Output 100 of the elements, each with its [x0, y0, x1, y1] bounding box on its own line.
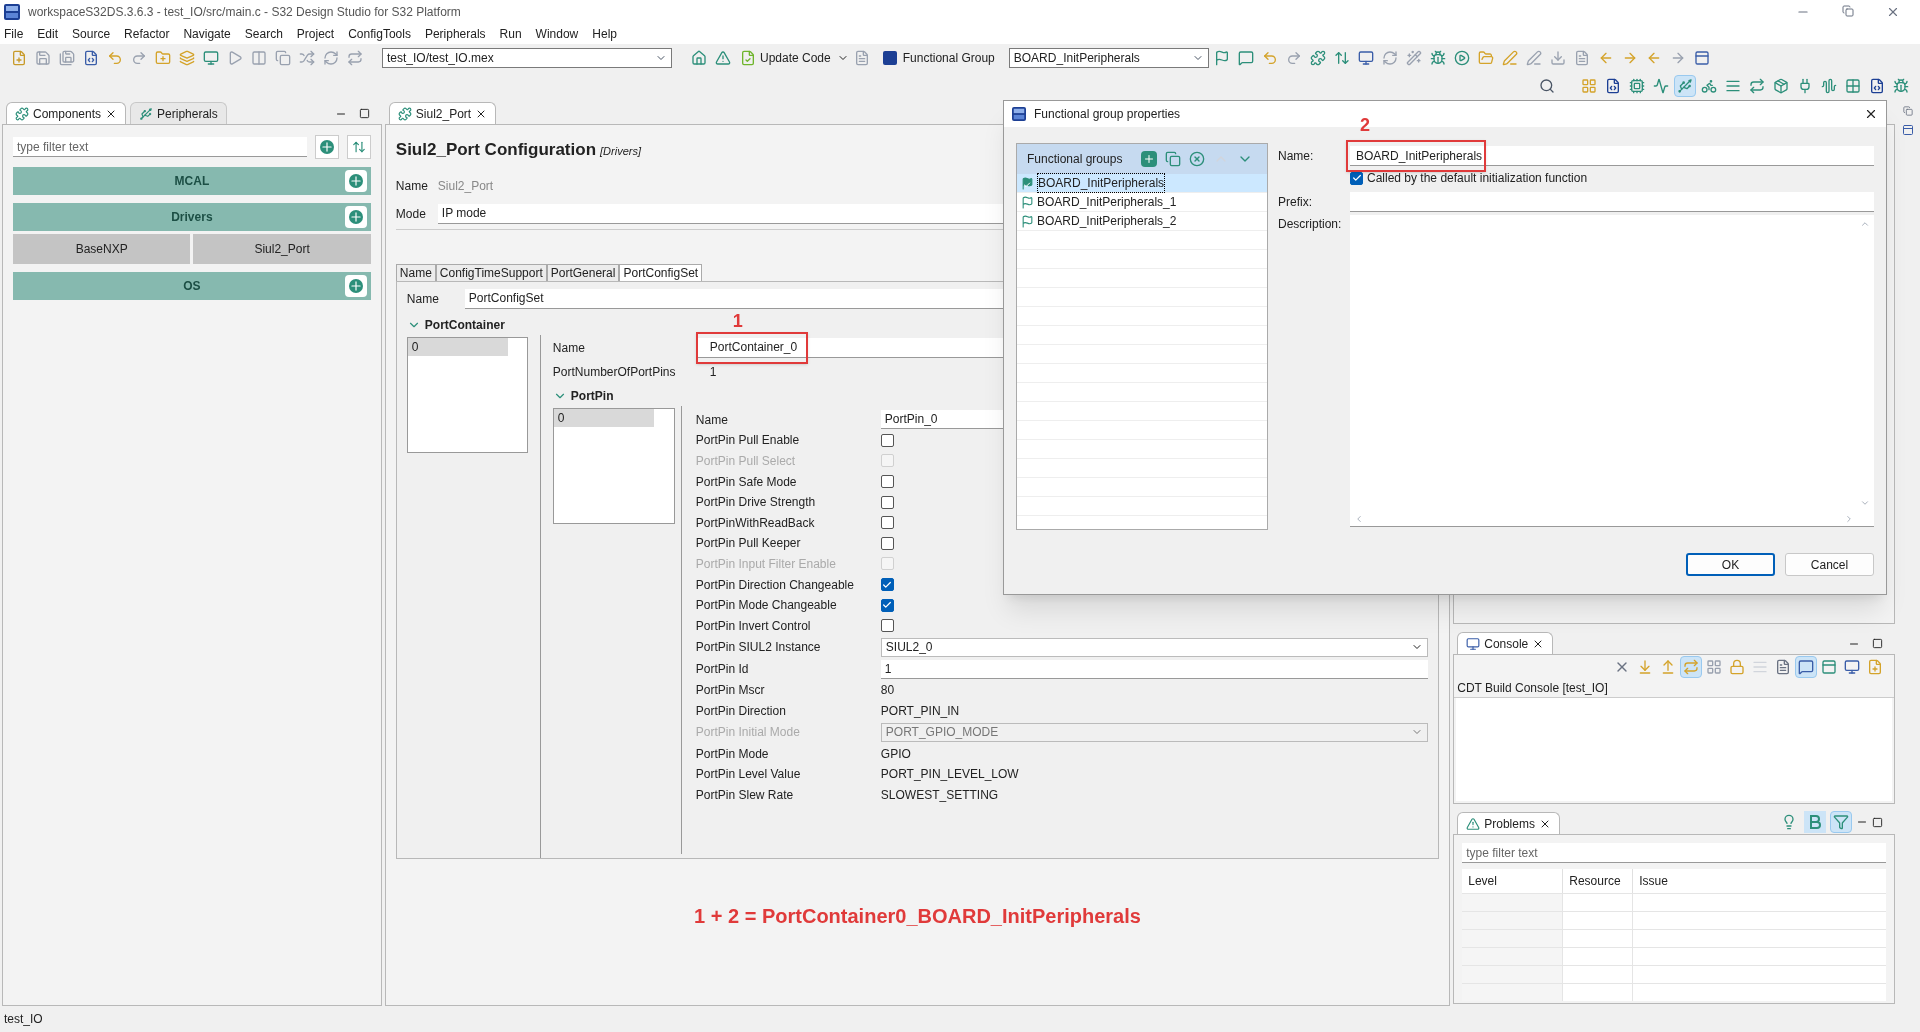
description-field[interactable]	[1350, 215, 1874, 527]
list-item[interactable]: 0	[553, 408, 654, 427]
panel-tab[interactable]: Siul2_Port	[388, 102, 497, 124]
field-label: PortNumberOfPortPins	[552, 363, 677, 381]
scroll-left-icon[interactable]	[1354, 514, 1364, 524]
menu-item[interactable]: Peripherals	[424, 25, 486, 43]
checkbox[interactable]	[880, 619, 894, 633]
config-tab[interactable]: Name	[395, 263, 436, 282]
puzzle-icon	[397, 106, 412, 121]
filter-icon[interactable]	[1830, 811, 1852, 833]
panel-tab[interactable]: Console	[1457, 632, 1554, 654]
category-bar[interactable]: Drivers	[13, 203, 371, 231]
category-bar[interactable]: MCAL	[13, 167, 371, 195]
field-value: 80	[880, 682, 895, 700]
menu-item[interactable]: Edit	[37, 25, 59, 43]
config-tab[interactable]: ConfigTimeSupport	[435, 263, 547, 282]
field-label: Name	[695, 411, 729, 429]
app-logo-icon	[1012, 107, 1026, 121]
field-value: SLOWEST_SETTING	[880, 786, 999, 804]
table-cell	[1562, 965, 1633, 983]
component-tile[interactable]: BaseNXP	[13, 234, 191, 264]
menu-item[interactable]: Help	[592, 25, 617, 43]
maximize-icon[interactable]	[1872, 816, 1883, 828]
config-tab[interactable]: PortGeneral	[546, 263, 620, 282]
list-item[interactable]: 0	[407, 337, 508, 356]
table-cell	[1562, 893, 1633, 911]
column-header[interactable]: Issue	[1632, 869, 1886, 893]
scroll-down-icon[interactable]	[1860, 498, 1870, 508]
column-header[interactable]: Resource	[1562, 869, 1633, 893]
menu-item[interactable]: File	[4, 25, 24, 43]
add-button[interactable]	[314, 135, 339, 159]
message-icon[interactable]	[1795, 656, 1817, 678]
field-label: PortPin Mscr	[695, 682, 766, 700]
add-icon[interactable]	[1141, 151, 1158, 167]
field-label: PortPin Pull Keeper	[695, 535, 802, 553]
sort-button[interactable]	[346, 135, 371, 159]
input-field[interactable]: 1	[880, 659, 1429, 679]
restore-icon[interactable]	[1842, 5, 1854, 17]
scroll-right-icon[interactable]	[1844, 514, 1854, 524]
add-icon[interactable]	[344, 275, 367, 297]
menu-item[interactable]: Refactor	[124, 25, 170, 43]
menu-item[interactable]: Project	[296, 25, 335, 43]
group-name-field[interactable]: BOARD_InitPeripherals	[1350, 146, 1874, 166]
functional-group-combo[interactable]: BOARD_InitPeripherals	[1008, 48, 1209, 68]
menu-item[interactable]: ConfigTools	[348, 25, 411, 43]
menu-item[interactable]: Source	[72, 25, 111, 43]
project-combo[interactable]: test_IO/test_IO.mex	[382, 48, 672, 68]
field-label: Name	[552, 339, 586, 357]
field-label: PortPin Direction Changeable	[695, 576, 855, 594]
column-header[interactable]: Level	[1462, 869, 1563, 893]
category-tag: [Drivers]	[600, 143, 641, 160]
checkbox[interactable]	[880, 516, 894, 530]
bold-toggle-icon[interactable]	[1804, 811, 1826, 833]
filter-field[interactable]: type filter text	[1462, 843, 1886, 863]
select-field[interactable]: SIUL2_0	[880, 637, 1429, 657]
update-code-button[interactable]: Update Code	[736, 47, 835, 69]
component-tile[interactable]: Siul2_Port	[193, 234, 371, 264]
group-list-item[interactable]: BOARD_InitPeripherals_1	[1017, 193, 1267, 212]
panel-tab[interactable]: Problems	[1457, 812, 1560, 834]
table-cell	[1562, 911, 1633, 929]
usb-icon[interactable]	[1674, 75, 1696, 97]
checkbox[interactable]	[880, 536, 894, 550]
config-tab[interactable]: PortConfigSet	[619, 263, 703, 282]
prefix-field[interactable]	[1350, 192, 1874, 212]
field-label: PortPin Level Value	[695, 766, 802, 784]
menu-item[interactable]: Search	[244, 25, 283, 43]
warning-icon	[1466, 816, 1481, 831]
category-bar[interactable]: OS	[13, 272, 371, 300]
dialog-button[interactable]: OK	[1686, 553, 1775, 576]
panel-tab[interactable]: Peripherals	[130, 102, 227, 124]
dialog-button[interactable]: Cancel	[1785, 553, 1874, 576]
add-icon[interactable]	[344, 170, 367, 192]
swap-icon[interactable]	[1680, 656, 1702, 678]
panel-icon[interactable]	[1902, 124, 1914, 136]
checkbox[interactable]	[880, 598, 894, 612]
field-label: Name	[406, 290, 440, 308]
annotation-number: 2	[1360, 114, 1370, 137]
close-icon[interactable]	[1864, 107, 1878, 121]
scroll-up-icon[interactable]	[1860, 219, 1870, 229]
field-label: PortPin Pull Enable	[695, 432, 801, 450]
group-list-item[interactable]: BOARD_InitPeripherals	[1017, 174, 1267, 193]
group-list-item[interactable]: BOARD_InitPeripherals_2	[1017, 212, 1267, 231]
menu-item[interactable]: Navigate	[183, 25, 231, 43]
checkbox[interactable]	[880, 475, 894, 489]
filter-field[interactable]: type filter text	[13, 137, 307, 157]
section-title: PortContainer	[424, 316, 505, 334]
maximize-icon[interactable]	[358, 108, 370, 119]
maximize-icon[interactable]	[1872, 638, 1883, 649]
checkbox[interactable]	[880, 433, 894, 447]
field-value: PORT_PIN_LEVEL_LOW	[880, 766, 1019, 784]
restore-icon[interactable]	[1903, 106, 1913, 116]
checkbox[interactable]	[880, 578, 894, 592]
checkbox[interactable]	[880, 495, 894, 509]
field-label: PortPin Pull Select	[695, 453, 797, 470]
menu-item[interactable]: Window	[535, 25, 579, 43]
add-icon[interactable]	[344, 206, 367, 228]
menu-item[interactable]: Run	[499, 25, 522, 43]
name-field: Siul2_Port	[437, 176, 494, 195]
field-value: 1	[708, 363, 718, 381]
panel-tab[interactable]: Components	[6, 102, 127, 124]
